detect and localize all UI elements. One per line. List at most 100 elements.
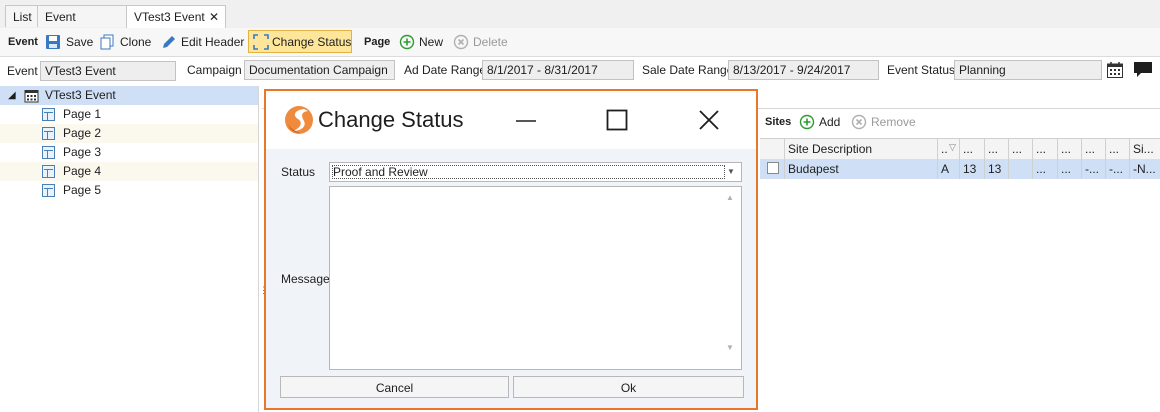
save-icon [46, 35, 60, 49]
tab-list[interactable]: List [5, 5, 38, 27]
table-cell [1008, 159, 1032, 179]
tree-item-label: Page 4 [63, 164, 102, 178]
column-header[interactable]: ... [1105, 139, 1129, 159]
tree-item-page[interactable]: Page 2 [0, 124, 258, 143]
tree-item-label: Page 1 [63, 107, 102, 121]
status-dropdown[interactable]: Proof and Review ▼ [329, 162, 742, 182]
tab-vtest3-event[interactable]: VTest3 Event ✕ [126, 5, 226, 28]
table-row[interactable]: Budapest A 13 13 ... ... -... -... -N... [760, 159, 1160, 179]
change-status-label: Change Status [272, 35, 352, 49]
event-status-field[interactable]: Planning [954, 60, 1102, 80]
remove-site-button[interactable]: Remove [851, 109, 916, 135]
column-header[interactable]: Si... [1129, 139, 1160, 159]
scroll-down-icon[interactable]: ▼ [726, 343, 734, 352]
cancel-button[interactable]: Cancel [280, 376, 509, 398]
plus-circle-icon [399, 34, 415, 50]
document-tab-bar: List Event Calendar VTest3 Event ✕ [0, 0, 1160, 46]
new-label: New [419, 35, 444, 49]
minimize-icon[interactable] [514, 109, 538, 133]
tree-root-label: VTest3 Event [45, 88, 116, 102]
scroll-up-icon[interactable]: ▲ [726, 193, 734, 202]
collapse-triangle-icon[interactable]: ◢ [8, 86, 16, 105]
comment-icon[interactable] [1133, 61, 1153, 79]
cell-site-description: Budapest [784, 159, 937, 179]
delete-x-circle-icon [453, 34, 469, 50]
event-label: Event [7, 64, 38, 78]
chevron-down-icon[interactable]: ▼ [727, 163, 735, 181]
message-scrollbar[interactable]: ▲ ▼ [720, 187, 741, 369]
new-page-button[interactable]: New [399, 28, 443, 56]
dialog-title-bar: Change Status [266, 91, 756, 149]
sale-date-range-field[interactable]: 8/13/2017 - 9/24/2017 [728, 60, 879, 80]
filter-icon[interactable]: ▽ [949, 137, 956, 157]
tree-item-page[interactable]: Page 4 [0, 162, 258, 181]
page-layout-icon [42, 165, 55, 178]
tree-item-page[interactable]: Page 5 [0, 181, 258, 200]
clone-icon [100, 34, 114, 50]
column-header[interactable]: ... [1081, 139, 1105, 159]
column-header[interactable]: ... [984, 139, 1008, 159]
remove-label: Remove [871, 115, 916, 129]
page-layout-icon [42, 108, 55, 121]
event-field[interactable]: VTest3 Event [40, 61, 176, 81]
event-section-label: Event [8, 36, 38, 48]
table-cell: -N... [1129, 159, 1160, 179]
sites-section-label: Sites [765, 116, 792, 128]
expand-arrows-icon [253, 34, 269, 50]
tree-item-label: Page 5 [63, 183, 102, 197]
tree-item-page[interactable]: Page 1 [0, 105, 258, 124]
splitter-grip[interactable]: ⋮ [259, 286, 268, 302]
column-header-site-description[interactable]: Site Description [784, 139, 937, 159]
tree-item-page[interactable]: Page 3 [0, 143, 258, 162]
edit-header-label: Edit Header [181, 35, 245, 49]
tree-root-event[interactable]: ◢ VTest3 Event [0, 86, 258, 105]
ok-button[interactable]: Ok [513, 376, 744, 398]
column-header[interactable]: ... [959, 139, 984, 159]
campaign-label: Campaign [187, 63, 242, 77]
dialog-title: Change Status [318, 107, 464, 132]
status-selected-value: Proof and Review [333, 165, 428, 179]
close-tab-icon[interactable]: ✕ [209, 6, 219, 28]
tab-list-label: List [13, 10, 32, 24]
table-cell: A [937, 159, 959, 179]
tab-event-calendar[interactable]: Event Calendar [37, 5, 127, 46]
pencil-icon [163, 36, 175, 48]
table-cell: -... [1105, 159, 1129, 179]
page-layout-icon [42, 127, 55, 140]
delete-page-button[interactable]: Delete [453, 28, 508, 56]
tree-item-label: Page 3 [63, 145, 102, 159]
row-checkbox[interactable] [767, 162, 779, 174]
app-logo-icon [285, 106, 313, 134]
event-status-label: Event Status [887, 63, 956, 77]
table-cell: ... [1057, 159, 1081, 179]
close-icon[interactable] [698, 109, 720, 131]
maximize-icon[interactable] [606, 109, 628, 131]
page-layout-icon [42, 146, 55, 159]
column-header[interactable]: ... [1057, 139, 1081, 159]
change-status-dialog: Change Status Status Proof and Review ▼ … [264, 89, 758, 410]
status-label: Status [281, 165, 316, 179]
table-cell: 13 [984, 159, 1008, 179]
column-header[interactable]: ... [1032, 139, 1057, 159]
sale-date-range-label: Sale Date Range [642, 63, 734, 77]
clone-button[interactable]: Clone [99, 28, 151, 56]
tab-vtest3-event-label: VTest3 Event [134, 10, 205, 24]
ribbon-toolbar: Event Save Clone Edit Header Change Stat… [0, 28, 1160, 57]
ad-date-range-label: Ad Date Range [404, 63, 487, 77]
edit-header-button[interactable]: Edit Header [161, 28, 244, 56]
column-header[interactable]: ... [1008, 139, 1032, 159]
change-status-button[interactable]: Change Status [248, 30, 352, 53]
save-label: Save [66, 35, 94, 49]
calendar-icon[interactable] [1106, 61, 1124, 79]
save-button[interactable]: Save [45, 28, 93, 56]
add-label: Add [819, 115, 841, 129]
table-cell: 13 [959, 159, 984, 179]
sites-grid-header: Site Description .. ▽ ... ... ... ... ..… [760, 138, 1160, 160]
add-site-button[interactable]: Add [799, 109, 840, 135]
page-section-label: Page [364, 36, 391, 48]
plus-circle-icon [799, 114, 815, 130]
campaign-field[interactable]: Documentation Campaign [244, 60, 395, 80]
message-textarea[interactable]: ▲ ▼ [329, 186, 742, 370]
ad-date-range-field[interactable]: 8/1/2017 - 8/31/2017 [482, 60, 634, 80]
table-cell: -... [1081, 159, 1105, 179]
